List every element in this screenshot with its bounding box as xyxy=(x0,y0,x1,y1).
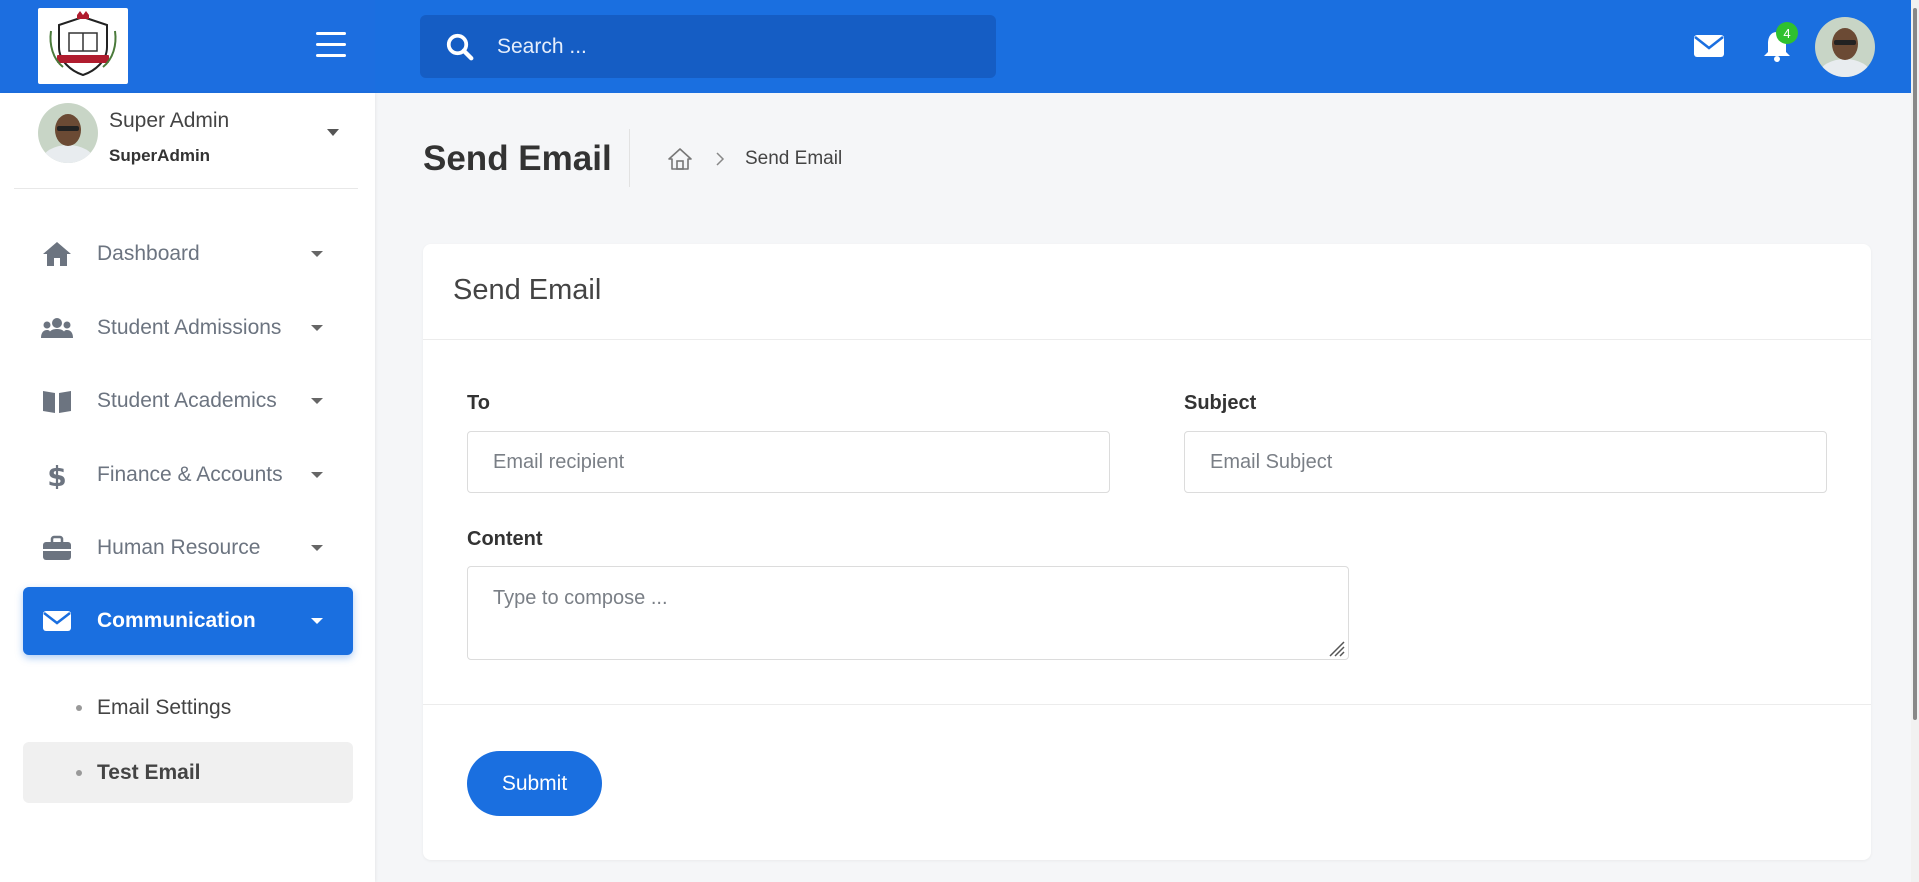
search-bar[interactable] xyxy=(420,15,996,78)
chevron-down-icon xyxy=(311,545,323,551)
submit-button[interactable]: Submit xyxy=(467,751,602,816)
book-icon xyxy=(43,391,71,413)
sidebar-subitem-label: Email Settings xyxy=(97,695,232,719)
bullet-icon xyxy=(76,769,82,776)
sidebar-profile: Super Admin SuperAdmin xyxy=(14,93,358,189)
chevron-down-icon xyxy=(311,618,323,624)
sidebar-item-student-academics[interactable]: Student Academics xyxy=(23,367,353,435)
card-header: Send Email xyxy=(423,244,1871,340)
resize-handle-icon[interactable] xyxy=(1326,638,1346,658)
hamburger-menu-icon[interactable] xyxy=(316,32,346,58)
card-divider xyxy=(423,704,1871,705)
sidebar-item-label: Dashboard xyxy=(97,242,200,265)
sidebar-item-finance-accounts[interactable]: $ Finance & Accounts xyxy=(23,441,353,509)
top-bar: 4 xyxy=(0,0,1919,93)
sidebar-item-dashboard[interactable]: Dashboard xyxy=(23,220,353,288)
chevron-right-icon xyxy=(716,152,725,166)
chevron-down-icon xyxy=(311,325,323,331)
chevron-down-icon xyxy=(311,472,323,478)
main-content: Send Email Send Email Send Email To Subj… xyxy=(375,93,1919,882)
mail-icon[interactable] xyxy=(1694,33,1724,59)
content-label: Content xyxy=(467,528,543,550)
envelope-icon xyxy=(43,611,71,631)
sidebar-item-label: Communication xyxy=(97,609,256,632)
profile-role: SuperAdmin xyxy=(109,146,211,165)
university-logo[interactable] xyxy=(38,8,128,84)
to-label: To xyxy=(467,392,490,414)
search-icon xyxy=(446,33,474,60)
profile-name: Super Admin xyxy=(109,109,230,132)
sidebar-item-communication[interactable]: Communication xyxy=(23,587,353,655)
card-title: Send Email xyxy=(453,274,602,306)
sidebar-item-student-admissions[interactable]: Student Admissions xyxy=(23,294,353,362)
home-icon[interactable] xyxy=(667,147,693,171)
svg-text:$: $ xyxy=(47,461,66,489)
to-field[interactable] xyxy=(467,431,1110,493)
briefcase-icon xyxy=(43,535,71,560)
chevron-down-icon xyxy=(311,251,323,257)
title-divider xyxy=(629,129,630,187)
subject-label: Subject xyxy=(1184,392,1257,414)
bullet-icon xyxy=(76,704,82,711)
profile-dropdown-icon[interactable] xyxy=(327,129,339,136)
search-input[interactable] xyxy=(497,34,977,59)
sidebar: Super Admin SuperAdmin Dashboard Student… xyxy=(0,93,375,882)
sidebar-item-human-resource[interactable]: Human Resource xyxy=(23,514,353,582)
home-icon xyxy=(43,242,71,266)
send-email-card: Send Email To Subject Content Submit xyxy=(423,244,1871,860)
page-title: Send Email xyxy=(423,139,612,178)
sidebar-item-label: Student Academics xyxy=(97,389,277,412)
content-textarea[interactable] xyxy=(467,566,1349,660)
sidebar-subitem-email-settings[interactable]: Email Settings xyxy=(23,677,353,738)
breadcrumb-current: Send Email xyxy=(745,148,843,169)
breadcrumb: Send Email xyxy=(667,147,842,171)
scrollbar-thumb[interactable] xyxy=(1913,8,1917,720)
avatar[interactable] xyxy=(1815,17,1875,77)
brand-area xyxy=(0,0,375,93)
sidebar-subitem-label: Test Email xyxy=(97,760,201,784)
sidebar-item-label: Human Resource xyxy=(97,536,261,559)
users-icon xyxy=(41,318,73,338)
sidebar-subitem-test-email[interactable]: Test Email xyxy=(23,742,353,803)
notification-badge: 4 xyxy=(1776,22,1798,44)
sidebar-item-label: Finance & Accounts xyxy=(97,463,283,486)
subject-field[interactable] xyxy=(1184,431,1827,493)
sidebar-item-label: Student Admissions xyxy=(97,316,282,339)
dollar-icon: $ xyxy=(47,461,66,489)
chevron-down-icon xyxy=(311,398,323,404)
avatar[interactable] xyxy=(38,103,98,163)
